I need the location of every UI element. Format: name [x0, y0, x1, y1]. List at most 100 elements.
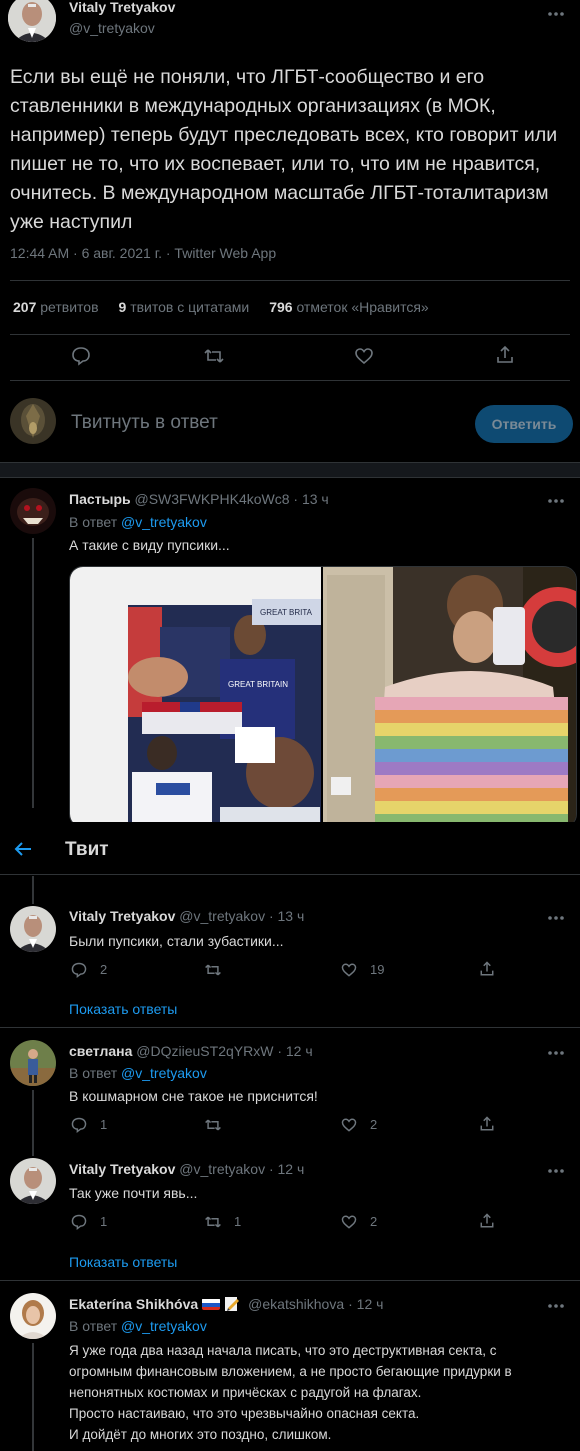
reply-to-prefix: В ответ [69, 1318, 118, 1334]
quotes-label: твитов с цитатами [130, 299, 250, 315]
reply-text-line: И дойдёт до многих это поздно, слишком. [69, 1427, 332, 1442]
tweet-meta[interactable]: 12:44 AM · 6 авг. 2021 г. · Twitter Web … [10, 245, 276, 261]
reply-to-prefix: В ответ [69, 514, 118, 530]
author-avatar[interactable] [8, 0, 56, 42]
reply-icon[interactable] [70, 1213, 88, 1231]
reply-author-name[interactable]: Ekaterína Shikhóva [69, 1296, 198, 1312]
more-options-icon[interactable] [546, 1161, 566, 1181]
share-icon[interactable] [478, 1212, 496, 1230]
likes-stat[interactable]: 796 отметок «Нравится» [269, 299, 429, 315]
like-icon[interactable] [353, 345, 375, 367]
reply-to-mention[interactable]: @v_tretyakov [121, 514, 207, 530]
reply-time[interactable]: · 12 ч [348, 1296, 383, 1312]
thread-line [32, 1343, 34, 1451]
reply-time[interactable]: · 13 ч [293, 491, 328, 507]
reply-text-line: непонятных костюмах и причёсках с радуго… [69, 1385, 422, 1400]
reply-header: Vitaly Tretyakov @v_tretyakov · 13 ч [69, 908, 304, 924]
reply-avatar[interactable] [10, 1040, 56, 1086]
reply-icon[interactable] [70, 345, 92, 367]
reply-time[interactable]: · 12 ч [269, 1161, 304, 1177]
reply-text: Были пупсики, стали зубастики... [69, 933, 284, 949]
reply-to-mention[interactable]: @v_tretyakov [121, 1318, 207, 1334]
divider [0, 1027, 580, 1028]
reply-compose-input[interactable]: Твитнуть в ответ [71, 412, 218, 434]
reply-count: 2 [100, 962, 108, 977]
reply-author-handle[interactable]: @SW3FWKPHK4koWc8 [135, 491, 290, 507]
tweet-media[interactable]: GREAT BRITA GREAT BRITAIN [69, 566, 577, 828]
thread-line [32, 876, 34, 904]
russia-flag-icon [202, 1298, 221, 1310]
reply-count: 1 [100, 1117, 108, 1132]
reply-author-handle[interactable]: @DQziieuST2qYRxW [136, 1043, 273, 1059]
retweets-label: ретвитов [40, 299, 99, 315]
like-icon[interactable] [340, 961, 358, 979]
reply-time[interactable]: · 13 ч [269, 908, 304, 924]
like-count: 2 [370, 1214, 378, 1229]
divider [10, 280, 570, 281]
like-icon[interactable] [340, 1116, 358, 1134]
reply-text: Так уже почти явь... [69, 1185, 198, 1201]
divider [0, 1280, 580, 1281]
share-icon[interactable] [478, 960, 496, 978]
reply-author-handle[interactable]: @v_tretyakov [179, 908, 265, 924]
jersey-text: GREAT BRITA [260, 608, 313, 617]
reply-count: 1 [100, 1214, 108, 1229]
reply-author-name[interactable]: Vitaly Tretyakov [69, 1161, 175, 1177]
reply-header: Ekaterína Shikhóva @ekatshikhova · 12 ч [69, 1296, 383, 1312]
divider [10, 334, 570, 335]
share-icon[interactable] [494, 344, 516, 366]
more-options-icon[interactable] [546, 1296, 566, 1316]
reply-avatar[interactable] [10, 488, 56, 534]
main-tweet-text: Если вы ещё не поняли, что ЛГБТ-сообщест… [10, 66, 558, 233]
share-icon[interactable] [478, 1115, 496, 1133]
retweet-icon[interactable] [203, 1213, 223, 1231]
more-options-icon[interactable] [546, 491, 566, 511]
quotes-stat[interactable]: 9 твитов с цитатами [119, 299, 250, 315]
jersey-text: GREAT BRITAIN [228, 680, 288, 689]
reply-avatar[interactable] [10, 906, 56, 952]
retweets-stat[interactable]: 207 ретвитов [13, 299, 99, 315]
reply-author-handle[interactable]: @ekatshikhova [248, 1296, 344, 1312]
retweet-icon[interactable] [203, 1116, 223, 1134]
like-count: 2 [370, 1117, 378, 1132]
divider [10, 380, 570, 381]
likes-label: отметок «Нравится» [296, 299, 429, 315]
reply-avatar[interactable] [10, 1158, 56, 1204]
retweet-icon[interactable] [203, 961, 223, 979]
partial-action-row [70, 874, 500, 880]
like-icon[interactable] [340, 1213, 358, 1231]
reply-icon[interactable] [70, 961, 88, 979]
retweet-icon[interactable] [202, 345, 226, 367]
media-photo-right[interactable] [323, 567, 576, 827]
reply-button[interactable]: Ответить [475, 405, 573, 443]
reply-avatar[interactable] [10, 1293, 56, 1339]
more-options-icon[interactable] [546, 4, 566, 24]
reply-icon[interactable] [70, 1116, 88, 1134]
reply-author-name[interactable]: Vitaly Tretyakov [69, 908, 175, 924]
reply-header: Vitaly Tretyakov @v_tretyakov · 12 ч [69, 1161, 304, 1177]
author-name[interactable]: Vitaly Tretyakov [69, 0, 175, 15]
thread-line [32, 538, 34, 808]
reply-author-name[interactable]: Пастырь [69, 491, 131, 507]
media-photo-left[interactable]: GREAT BRITA GREAT BRITAIN [70, 567, 321, 827]
back-arrow-icon[interactable] [12, 838, 34, 860]
reply-text: Я уже года два назад начала писать, что … [69, 1340, 574, 1445]
reply-time[interactable]: · 12 ч [277, 1043, 312, 1059]
reply-to-mention[interactable]: @v_tretyakov [121, 1065, 207, 1081]
reply-header: светлана @DQziieuST2qYRxW · 12 ч [69, 1043, 313, 1059]
retweets-count: 207 [13, 299, 37, 315]
reply-author-name[interactable]: светлана [69, 1043, 132, 1059]
reply-author-handle[interactable]: @v_tretyakov [179, 1161, 265, 1177]
show-replies-link[interactable]: Показать ответы [69, 1254, 177, 1270]
show-replies-link[interactable]: Показать ответы [69, 1001, 177, 1017]
reply-text-line: Просто настаиваю, что это чрезвычайно оп… [69, 1406, 420, 1421]
like-count: 19 [370, 962, 385, 977]
thread-line [32, 1090, 34, 1156]
more-options-icon[interactable] [546, 1043, 566, 1063]
reply-to-line: В ответ @v_tretyakov [69, 1065, 207, 1081]
user-avatar[interactable] [10, 398, 56, 444]
reply-text-line: огромным финансовым вложением, а не прос… [69, 1364, 512, 1379]
reply-to-line: В ответ @v_tretyakov [69, 514, 207, 530]
author-handle[interactable]: @v_tretyakov [69, 20, 155, 36]
more-options-icon[interactable] [546, 908, 566, 928]
